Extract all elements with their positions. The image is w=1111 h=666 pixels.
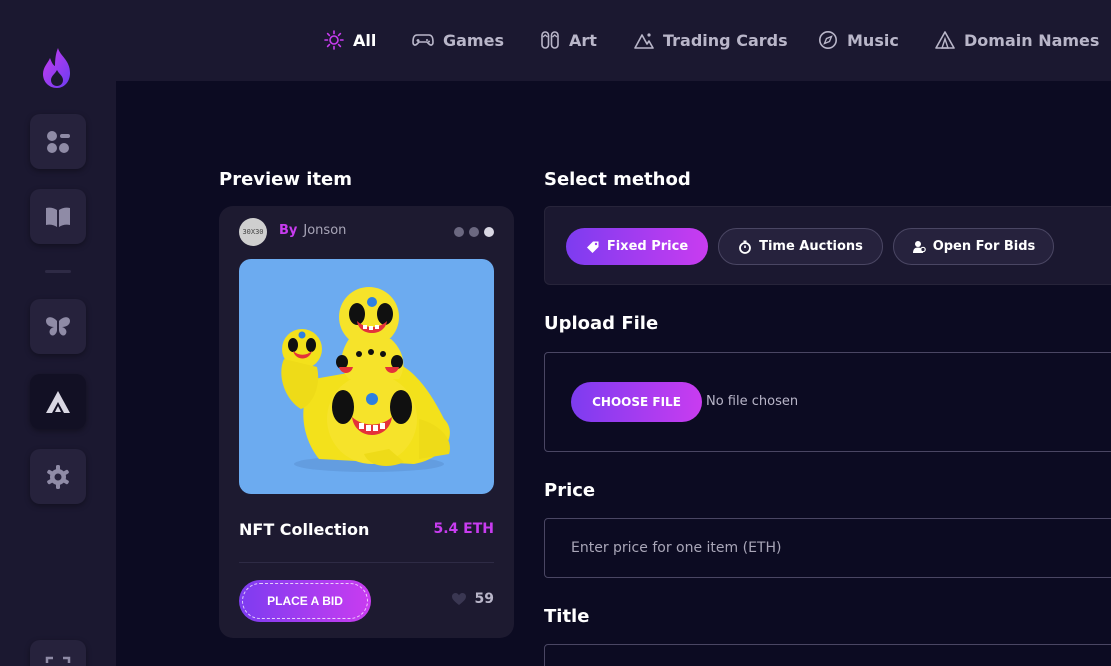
book-icon <box>46 207 70 227</box>
scan-icon <box>45 656 71 666</box>
tent-icon <box>935 31 955 49</box>
gear-icon <box>47 464 69 489</box>
settings-button[interactable] <box>30 449 86 504</box>
nav-label-music: Music <box>847 30 899 50</box>
author-name[interactable]: Jonson <box>303 223 346 238</box>
file-status: No file chosen <box>706 394 799 409</box>
compass-icon <box>819 31 837 49</box>
nft-image <box>239 259 494 494</box>
nav-item-games[interactable]: Games <box>412 28 504 52</box>
gamepad-icon <box>412 34 434 46</box>
sidebar <box>0 0 116 666</box>
fixed-price-button[interactable]: Fixed Price <box>566 228 708 265</box>
nft-name: NFT Collection <box>239 520 370 539</box>
open-for-bids-label: Open For Bids <box>932 239 1036 254</box>
creator-line: By Jonson <box>279 223 346 238</box>
nav-item-music[interactable]: Music <box>818 28 899 52</box>
preview-heading: Preview item <box>219 169 353 190</box>
mountains-icon <box>634 33 654 49</box>
nav-item-trading-cards[interactable]: Trading Cards <box>634 28 788 52</box>
fixed-price-label: Fixed Price <box>606 239 689 254</box>
brand-a-icon <box>46 390 70 413</box>
nav-label-domain-names: Domain Names <box>964 30 1100 50</box>
time-auctions-button[interactable]: Time Auctions <box>718 228 883 265</box>
likes[interactable]: 59 <box>451 591 494 607</box>
nav-item-all[interactable]: All <box>324 28 376 52</box>
by-label: By <box>279 223 298 238</box>
price-input[interactable] <box>544 518 1111 578</box>
stopwatch-icon <box>739 240 751 254</box>
file-upload-field[interactable]: CHOOSE FILE No file chosen <box>544 352 1111 452</box>
place-bid-button[interactable]: PLACE A BID <box>239 580 371 622</box>
nav-label-trading-cards: Trading Cards <box>663 30 788 50</box>
nav-item-art[interactable]: Art <box>540 28 597 52</box>
time-auctions-label: Time Auctions <box>759 239 863 254</box>
heart-icon <box>451 593 466 605</box>
choose-file-button[interactable]: CHOOSE FILE <box>571 382 702 422</box>
nav-item-domain-names[interactable]: Domain Names <box>935 28 1099 52</box>
scan-button[interactable] <box>30 640 86 666</box>
title-heading: Title <box>544 606 590 627</box>
category-nav: All Games Art Trading Cards Music Domain… <box>116 0 1111 81</box>
likes-count: 59 <box>474 591 494 607</box>
nav-label-all: All <box>353 30 377 50</box>
price-heading: Price <box>544 480 596 501</box>
flame-logo-icon[interactable] <box>40 46 76 90</box>
users-icon <box>912 240 926 253</box>
open-for-bids-button[interactable]: Open For Bids <box>893 228 1054 265</box>
brand-button[interactable] <box>30 374 86 429</box>
dashboard-icon <box>47 130 70 153</box>
card-divider <box>239 562 494 563</box>
title-input[interactable] <box>544 644 1111 666</box>
nav-label-art: Art <box>569 30 597 50</box>
sun-icon <box>324 30 344 50</box>
nav-label-games: Games <box>443 30 504 50</box>
nft-preview-card: 30X30 By Jonson NFT Collection 5.4 ETH P… <box>219 206 514 638</box>
nft-price: 5.4 ETH <box>433 521 494 537</box>
dashboard-button[interactable] <box>30 114 86 169</box>
upload-file-heading: Upload File <box>544 313 659 334</box>
library-button[interactable] <box>30 189 86 244</box>
select-method-heading: Select method <box>544 169 691 190</box>
sidebar-divider <box>45 270 71 273</box>
avatar[interactable]: 30X30 <box>239 218 267 246</box>
more-options-icon[interactable] <box>454 227 494 237</box>
collection-button[interactable] <box>30 299 86 354</box>
price-tag-icon <box>586 241 599 253</box>
butterfly-icon <box>46 316 70 336</box>
flip-flops-icon <box>541 31 559 49</box>
method-options: Fixed Price Time Auctions Open For Bids <box>544 206 1111 285</box>
